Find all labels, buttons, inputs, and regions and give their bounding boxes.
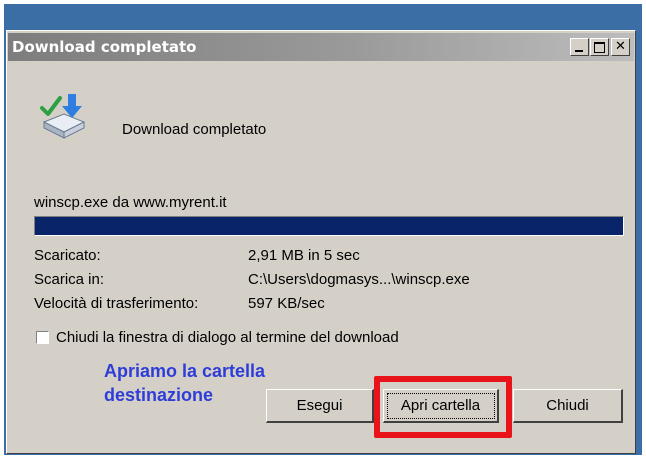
run-button[interactable]: Esegui <box>266 389 374 423</box>
progress-fill <box>35 217 623 235</box>
close-button[interactable]: Chiudi <box>513 389 623 423</box>
heading-text: Download completato <box>122 121 267 138</box>
transfer-rate-label: Velocità di trasferimento: <box>34 295 199 312</box>
close-dialog-checkbox[interactable] <box>36 331 49 344</box>
maximize-icon <box>594 42 605 53</box>
download-to-label: Scarica in: <box>34 271 105 288</box>
close-icon: ✕ <box>615 39 626 54</box>
downloaded-value: 2,91 MB in 5 sec <box>248 247 360 264</box>
close-window-button[interactable]: ✕ <box>611 38 630 56</box>
downloaded-label: Scaricato: <box>34 247 101 264</box>
annotation-highlight-box <box>374 376 512 438</box>
download-complete-icon <box>40 94 86 139</box>
title-bar[interactable]: Download completato ✕ <box>8 33 634 61</box>
download-to-value: C:\Users\dogmasys...\winscp.exe <box>248 271 470 288</box>
maximize-button[interactable] <box>590 38 609 56</box>
close-button-label: Chiudi <box>546 397 589 414</box>
minimize-icon <box>575 50 583 52</box>
transfer-rate-value: 597 KB/sec <box>248 295 325 312</box>
close-dialog-checkbox-label[interactable]: Chiudi la finestra di dialogo al termine… <box>56 329 399 346</box>
download-source: winscp.exe da www.myrent.it <box>34 194 227 211</box>
download-progress-bar <box>34 216 624 236</box>
minimize-button[interactable] <box>570 38 589 56</box>
run-button-label: Esegui <box>296 397 343 414</box>
window-title: Download completato <box>12 38 197 56</box>
